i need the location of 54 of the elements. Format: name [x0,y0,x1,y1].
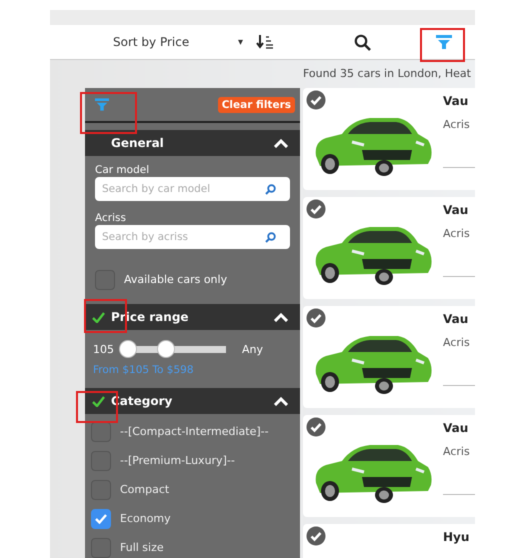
car-card[interactable]: Hyu [303,524,475,558]
checkbox-label: Economy [120,512,171,525]
checkbox-label: Full size [120,541,164,554]
car-title: Hyu [443,530,470,544]
car-title: Vau [443,312,470,326]
check-badge-icon [306,199,326,219]
search-field[interactable]: Search by acriss [95,225,290,249]
search-field[interactable]: Search by car model [95,177,290,201]
search-icon [265,232,276,243]
car-title: Vau [443,203,470,217]
min-price-label: 105 [93,342,114,356]
section-header[interactable]: General [85,130,300,156]
car-card[interactable]: Vau Acris [303,306,475,408]
max-price-label: Any [242,342,264,356]
field-label: Car model [95,164,150,177]
caret-icon[interactable]: ▾ [238,36,244,48]
checkbox-label: Available cars only [124,273,228,286]
chevron-icon [274,396,288,406]
checkbox-label: Compact [120,483,170,496]
chevron-icon [274,312,288,322]
filter-icon[interactable] [436,35,452,49]
acriss-label: Acris [443,445,471,458]
car-card[interactable]: Vau Acris [303,197,475,299]
check-badge-icon [306,308,326,328]
slider-thumb[interactable] [120,341,136,357]
filter-icon [95,98,109,111]
checkbox-label: --[Premium-Luxury]-- [120,454,235,467]
car-card[interactable]: Vau Acris [303,415,475,517]
checkbox[interactable] [91,508,111,528]
price-range-summary: From $105 To $598 [93,364,195,376]
checkbox[interactable] [91,422,111,442]
sort-dropdown[interactable]: Sort by Price [113,35,190,49]
check-icon [95,514,107,524]
sort-order-icon[interactable] [256,35,274,49]
checkbox-label: --[Compact-Intermediate]-- [120,425,269,438]
car-card[interactable]: Vau Acris [303,88,475,190]
acriss-label: Acris [443,227,471,240]
chevron-icon [274,138,288,148]
acriss-label: Acris [443,118,471,131]
search-icon [265,184,276,195]
highlight-frame [80,92,137,134]
slider-thumb[interactable] [158,341,174,357]
car-title: Vau [443,421,470,435]
car-title: Vau [443,94,470,108]
search-icon[interactable] [354,34,371,50]
check-badge-icon [306,526,326,546]
section-title: General [111,136,165,150]
highlight-frame [420,28,465,62]
field-label: Acriss [95,212,127,225]
results-summary: Found 35 cars in London, Heat [302,67,471,80]
acriss-label: Acris [443,336,471,349]
check-badge-icon [306,90,326,110]
check-badge-icon [306,417,326,437]
price-slider[interactable] [120,341,226,357]
